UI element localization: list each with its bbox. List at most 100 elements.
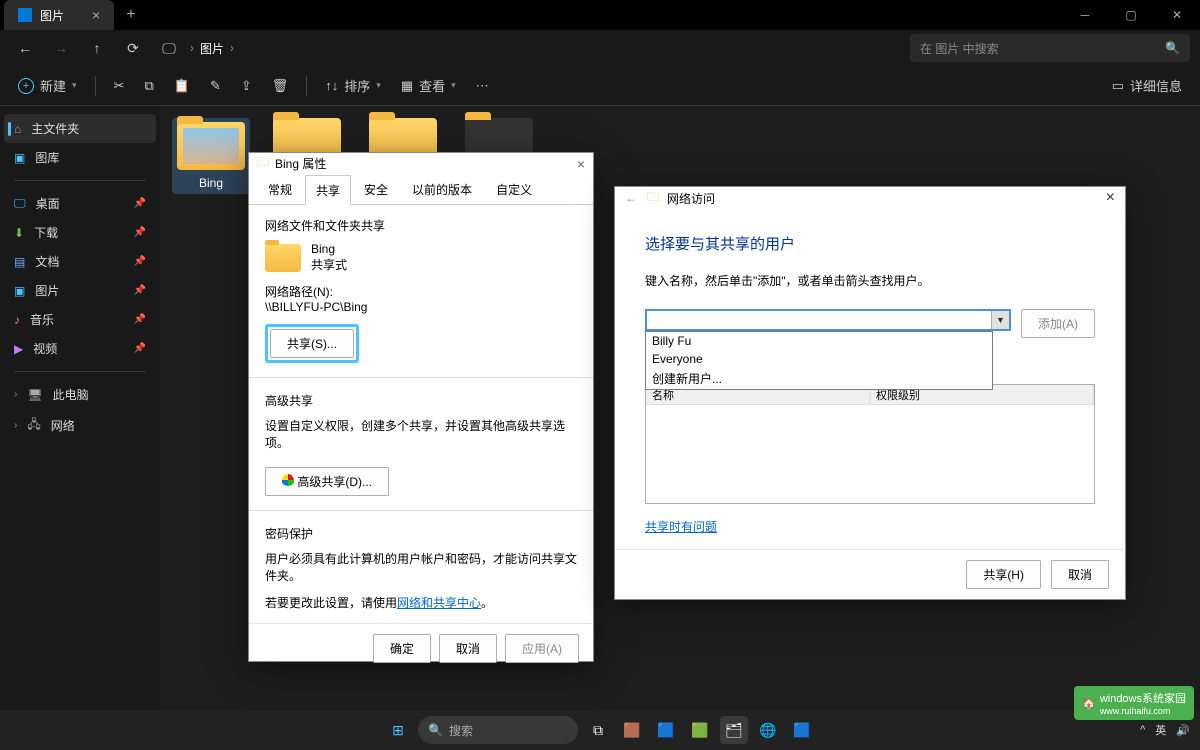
tab-share[interactable]: 共享 bbox=[305, 175, 351, 205]
apply-button[interactable]: 应用(A) bbox=[505, 634, 579, 663]
up-button[interactable]: ↑ bbox=[82, 33, 112, 63]
folder-info: Bing 共享式 bbox=[265, 242, 577, 273]
sidebar-label: 桌面 bbox=[36, 195, 60, 212]
sort-button[interactable]: ↑↓ 排序 ▾ bbox=[317, 70, 389, 101]
tab-custom[interactable]: 自定义 bbox=[485, 174, 543, 204]
details-label: 详细信息 bbox=[1130, 76, 1182, 95]
network-access-dialog: ← 🗀 网络访问 × 选择要与其共享的用户 键入名称，然后单击"添加"，或者单击… bbox=[614, 186, 1126, 600]
back-button[interactable]: ← bbox=[625, 191, 637, 205]
delete-button[interactable]: 🗑 bbox=[264, 72, 297, 100]
ok-button[interactable]: 确定 bbox=[373, 634, 431, 663]
user-listbox[interactable]: 名称 权限级别 bbox=[645, 384, 1095, 504]
tab-previous[interactable]: 以前的版本 bbox=[401, 174, 483, 204]
sidebar-item-network[interactable]: › 🖧 网络 bbox=[4, 409, 156, 442]
paste-button[interactable]: 📋 bbox=[166, 72, 198, 100]
sidebar-item-music[interactable]: ♪ 音乐 📌 bbox=[4, 305, 156, 334]
volume-icon[interactable]: 🔊 bbox=[1176, 724, 1190, 737]
taskbar-app[interactable]: 🟦 bbox=[788, 716, 816, 744]
minimize-button[interactable]: ─ bbox=[1062, 0, 1108, 30]
dialog-titlebar[interactable]: 🗀 Bing 属性 × bbox=[249, 153, 593, 174]
close-icon[interactable]: × bbox=[1106, 189, 1115, 207]
taskbar-search[interactable]: 🔍 搜索 bbox=[418, 716, 578, 744]
close-icon[interactable]: × bbox=[577, 156, 585, 172]
sidebar-item-video[interactable]: ▶ 视频 📌 bbox=[4, 334, 156, 363]
folder-item-bing[interactable]: Bing bbox=[172, 118, 250, 194]
home-icon: 🏠 bbox=[1082, 697, 1096, 710]
task-view-button[interactable]: ⧉ bbox=[584, 716, 612, 744]
taskbar-app[interactable]: 🟩 bbox=[686, 716, 714, 744]
network-center-link[interactable]: 网络和共享中心 bbox=[397, 596, 481, 610]
tabs: 常规 共享 安全 以前的版本 自定义 bbox=[249, 174, 593, 205]
shield-icon bbox=[282, 474, 294, 486]
close-button[interactable]: ✕ bbox=[1154, 0, 1200, 30]
window-tab[interactable]: 图片 × bbox=[4, 0, 114, 30]
more-button[interactable]: ⋯ bbox=[468, 72, 497, 100]
chevron-up-icon[interactable]: ^ bbox=[1140, 724, 1145, 736]
rename-button[interactable]: ✎ bbox=[202, 72, 229, 100]
dropdown-item[interactable]: Billy Fu bbox=[646, 332, 992, 350]
share-button[interactable]: 共享(H) bbox=[966, 560, 1041, 589]
system-tray[interactable]: ^ 英 🔊 bbox=[1140, 722, 1190, 738]
dropdown-item[interactable]: Everyone bbox=[646, 350, 992, 368]
sidebar-item-pictures[interactable]: ▣ 图片 📌 bbox=[4, 276, 156, 305]
advanced-share-button[interactable]: 高级共享(D)... bbox=[265, 467, 389, 496]
share-button[interactable]: 共享(S)... bbox=[270, 329, 354, 358]
sidebar-item-downloads[interactable]: ⬇ 下载 📌 bbox=[4, 218, 156, 247]
breadcrumb[interactable]: 图片 bbox=[200, 40, 224, 57]
pin-icon[interactable]: 📌 bbox=[134, 227, 146, 238]
sort-label: 排序 bbox=[344, 76, 370, 95]
add-button[interactable]: 添加(A) bbox=[1021, 309, 1095, 338]
explorer-button[interactable]: 🗂 bbox=[720, 716, 748, 744]
tab-general[interactable]: 常规 bbox=[257, 174, 303, 204]
pin-icon[interactable]: 📌 bbox=[134, 256, 146, 267]
pin-icon[interactable]: 📌 bbox=[134, 343, 146, 354]
maximize-button[interactable]: ▢ bbox=[1108, 0, 1154, 30]
close-tab-icon[interactable]: × bbox=[92, 7, 100, 23]
pc-icon: 🖥 bbox=[27, 388, 42, 402]
sidebar-item-gallery[interactable]: ▣ 图库 bbox=[4, 143, 156, 172]
add-tab-button[interactable]: + bbox=[114, 6, 147, 24]
pictures-icon: ▣ bbox=[14, 284, 25, 298]
dialog-titlebar[interactable]: ← 🗀 网络访问 × bbox=[615, 187, 1125, 209]
new-button[interactable]: + 新建 ▾ bbox=[10, 70, 85, 101]
chevron-down-icon[interactable]: ▼ bbox=[991, 311, 1009, 329]
chevron-right-icon: › bbox=[14, 420, 17, 431]
pin-icon[interactable]: 📌 bbox=[134, 285, 146, 296]
monitor-icon[interactable]: 🖵 bbox=[154, 33, 184, 63]
separator bbox=[14, 180, 146, 181]
sidebar-item-home[interactable]: ⌂ 主文件夹 bbox=[4, 114, 156, 143]
dialog-body: 网络文件和文件夹共享 Bing 共享式 网络路径(N): \\BILLYFU-P… bbox=[249, 205, 593, 623]
share-button[interactable]: ⇪ bbox=[233, 72, 260, 100]
pictures-icon bbox=[18, 8, 32, 22]
refresh-button[interactable]: ⟳ bbox=[118, 33, 148, 63]
back-button[interactable]: ← bbox=[10, 33, 40, 63]
sharing-problem-link[interactable]: 共享时有问题 bbox=[645, 520, 717, 534]
forward-button[interactable]: → bbox=[46, 33, 76, 63]
pin-icon[interactable]: 📌 bbox=[134, 198, 146, 209]
edge-button[interactable]: 🌐 bbox=[754, 716, 782, 744]
pin-icon[interactable]: 📌 bbox=[134, 314, 146, 325]
taskbar-app[interactable]: 🟫 bbox=[618, 716, 646, 744]
details-button[interactable]: ▭ 详细信息 bbox=[1104, 70, 1190, 101]
taskbar-app[interactable]: 🟦 bbox=[652, 716, 680, 744]
sidebar-item-documents[interactable]: ▤ 文档 📌 bbox=[4, 247, 156, 276]
sidebar-label: 网络 bbox=[51, 417, 75, 434]
start-button[interactable]: ⊞ bbox=[384, 716, 412, 744]
cut-button[interactable]: ✂ bbox=[106, 72, 133, 100]
user-combobox[interactable]: ▼ bbox=[645, 309, 1011, 331]
separator bbox=[95, 76, 96, 96]
ime-indicator[interactable]: 英 bbox=[1155, 722, 1166, 738]
sidebar-item-desktop[interactable]: 🖵 桌面 📌 bbox=[4, 189, 156, 218]
copy-button[interactable]: ⧉ bbox=[136, 72, 161, 100]
cancel-button[interactable]: 取消 bbox=[439, 634, 497, 663]
tab-security[interactable]: 安全 bbox=[353, 174, 399, 204]
chevron-right-icon: › bbox=[230, 41, 234, 55]
dropdown-item[interactable]: 创建新用户... bbox=[646, 368, 992, 389]
user-input[interactable] bbox=[647, 311, 991, 329]
window-controls: ─ ▢ ✕ bbox=[1062, 0, 1200, 30]
taskbar: ⊞ 🔍 搜索 ⧉ 🟫 🟦 🟩 🗂 🌐 🟦 ^ 英 🔊 bbox=[0, 710, 1200, 750]
view-button[interactable]: ▦ 查看 ▾ bbox=[393, 70, 464, 101]
search-input[interactable]: 在 图片 中搜索 🔍 bbox=[910, 34, 1190, 62]
cancel-button[interactable]: 取消 bbox=[1051, 560, 1109, 589]
sidebar-item-thispc[interactable]: › 🖥 此电脑 bbox=[4, 380, 156, 409]
